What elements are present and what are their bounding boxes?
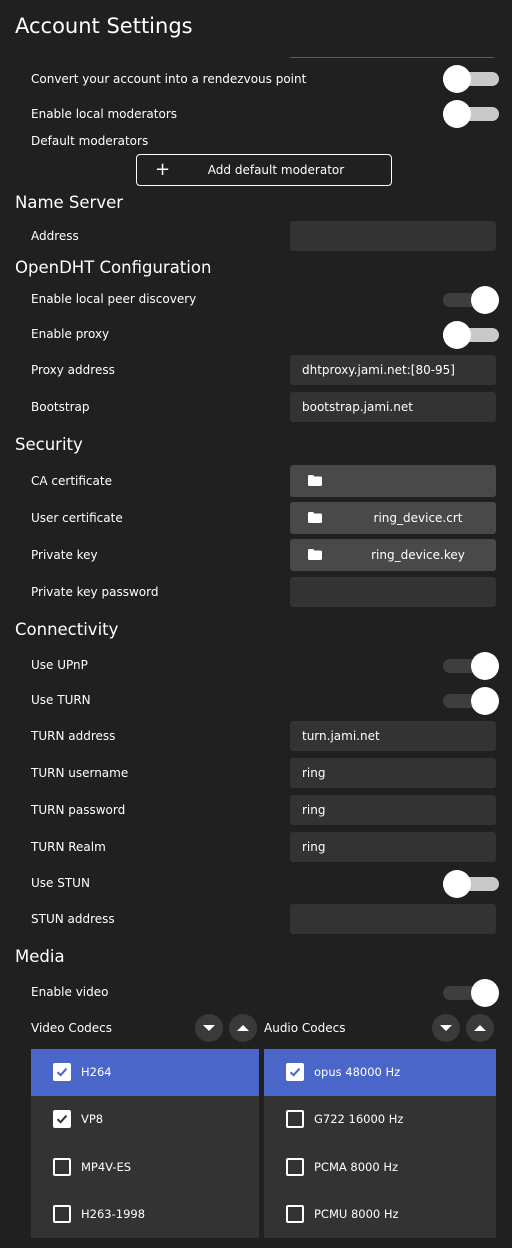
codec-checkbox[interactable] (53, 1063, 71, 1081)
section-opendht: OpenDHT Configuration (15, 258, 212, 277)
audio-codec-list: opus 48000 Hz G722 16000 Hz PCMA 8000 Hz PC… (264, 1049, 496, 1238)
enable-proxy-label: Enable proxy (31, 327, 110, 341)
codec-checkbox[interactable] (53, 1110, 71, 1129)
folder-icon (308, 512, 322, 523)
codec-name: H264 (81, 1065, 112, 1079)
bootstrap-label: Bootstrap (31, 400, 90, 414)
turn-address-input[interactable]: turn.jami.net (290, 721, 496, 751)
peer-discovery-toggle[interactable] (443, 285, 499, 315)
private-key-button[interactable]: ring_device.key (290, 539, 496, 571)
turn-address-label: TURN address (31, 729, 116, 743)
turn-label: Use TURN (31, 693, 91, 707)
address-label: Address (31, 229, 79, 243)
turn-username-input[interactable]: ring (290, 758, 496, 788)
enable-video-toggle[interactable] (443, 978, 499, 1008)
turn-password-label: TURN password (31, 803, 126, 817)
page-title: Account Settings (15, 14, 193, 38)
audio-codecs-label: Audio Codecs (264, 1021, 346, 1035)
codec-checkbox[interactable] (53, 1157, 71, 1176)
rendezvous-label: Convert your account into a rendezvous p… (31, 72, 307, 86)
rendezvous-toggle[interactable] (443, 64, 499, 94)
enable-proxy-toggle[interactable] (443, 320, 499, 350)
section-name-server: Name Server (15, 193, 124, 212)
user-certificate-button[interactable]: ring_device.crt (290, 502, 496, 534)
stun-address-label: STUN address (31, 912, 115, 926)
folder-icon (308, 475, 322, 486)
codec-row[interactable]: opus 48000 Hz (264, 1049, 496, 1096)
codec-checkbox[interactable] (286, 1110, 304, 1129)
video-codec-move-down-button[interactable] (195, 1014, 223, 1042)
stun-address-input[interactable] (290, 904, 496, 934)
codec-name: opus 48000 Hz (314, 1065, 401, 1079)
codec-row[interactable]: PCMA 8000 Hz (264, 1144, 496, 1191)
section-media: Media (15, 947, 65, 966)
ca-certificate-label: CA certificate (31, 474, 112, 488)
add-default-moderator-label: Add default moderator (207, 163, 345, 177)
proxy-address-input[interactable]: dhtproxy.jami.net:[80-95] (290, 355, 496, 385)
video-codecs-label: Video Codecs (31, 1021, 113, 1035)
section-connectivity: Connectivity (15, 620, 119, 639)
arrow-up-icon (474, 1025, 486, 1031)
user-certificate-filename: ring_device.crt (373, 511, 463, 525)
check-icon (56, 1067, 68, 1077)
codec-row[interactable]: VP8 (31, 1096, 259, 1143)
turn-password-input[interactable]: ring (290, 795, 496, 825)
arrow-down-icon (440, 1025, 452, 1031)
stun-label: Use STUN (31, 876, 90, 890)
codec-row[interactable]: H264 (31, 1049, 259, 1096)
name-server-address-input[interactable] (290, 221, 496, 251)
video-codec-list: H264 VP8 MP4V-ES H263-1998 (31, 1049, 259, 1238)
codec-row[interactable]: H263-1998 (31, 1191, 259, 1238)
user-certificate-label: User certificate (31, 511, 123, 525)
codec-checkbox[interactable] (286, 1157, 304, 1176)
codec-name: PCMU 8000 Hz (314, 1206, 399, 1221)
turn-realm-label: TURN Realm (31, 840, 106, 854)
plus-icon: + (155, 159, 171, 180)
local-moderators-label: Enable local moderators (31, 107, 178, 121)
turn-username-label: TURN username (31, 766, 129, 780)
codec-name: MP4V-ES (81, 1159, 132, 1174)
add-default-moderator-button[interactable]: + Add default moderator (136, 154, 392, 186)
check-icon (289, 1067, 301, 1077)
codec-name: H263-1998 (81, 1206, 146, 1221)
codec-checkbox[interactable] (286, 1063, 304, 1081)
audio-codec-move-up-button[interactable] (466, 1014, 494, 1042)
arrow-up-icon (237, 1025, 249, 1031)
private-key-password-input[interactable] (290, 577, 496, 607)
audio-codec-move-down-button[interactable] (432, 1014, 460, 1042)
codec-name: VP8 (81, 1112, 104, 1127)
private-key-label: Private key (31, 548, 98, 562)
divider (290, 57, 494, 58)
private-key-filename: ring_device.key (371, 548, 465, 562)
video-codec-move-up-button[interactable] (229, 1014, 257, 1042)
codec-row[interactable]: G722 16000 Hz (264, 1096, 496, 1143)
section-security: Security (15, 435, 83, 454)
private-key-password-label: Private key password (31, 585, 159, 599)
local-moderators-toggle[interactable] (443, 99, 499, 129)
upnp-label: Use UPnP (31, 658, 88, 672)
enable-video-label: Enable video (31, 985, 109, 999)
proxy-address-label: Proxy address (31, 363, 115, 377)
stun-toggle[interactable] (443, 869, 499, 899)
codec-name: G722 16000 Hz (314, 1112, 404, 1127)
codec-name: PCMA 8000 Hz (314, 1159, 399, 1174)
codec-row[interactable]: MP4V-ES (31, 1144, 259, 1191)
default-moderators-label: Default moderators (31, 134, 149, 148)
check-icon (56, 1115, 68, 1124)
peer-discovery-label: Enable local peer discovery (31, 292, 197, 306)
turn-realm-input[interactable]: ring (290, 832, 496, 862)
codec-checkbox[interactable] (53, 1204, 71, 1223)
folder-icon (308, 549, 322, 560)
turn-toggle[interactable] (443, 686, 499, 716)
arrow-down-icon (203, 1025, 215, 1031)
bootstrap-input[interactable]: bootstrap.jami.net (290, 392, 496, 422)
codec-checkbox[interactable] (286, 1204, 304, 1223)
codec-row[interactable]: PCMU 8000 Hz (264, 1191, 496, 1238)
ca-certificate-button[interactable] (290, 465, 496, 497)
upnp-toggle[interactable] (443, 651, 499, 681)
